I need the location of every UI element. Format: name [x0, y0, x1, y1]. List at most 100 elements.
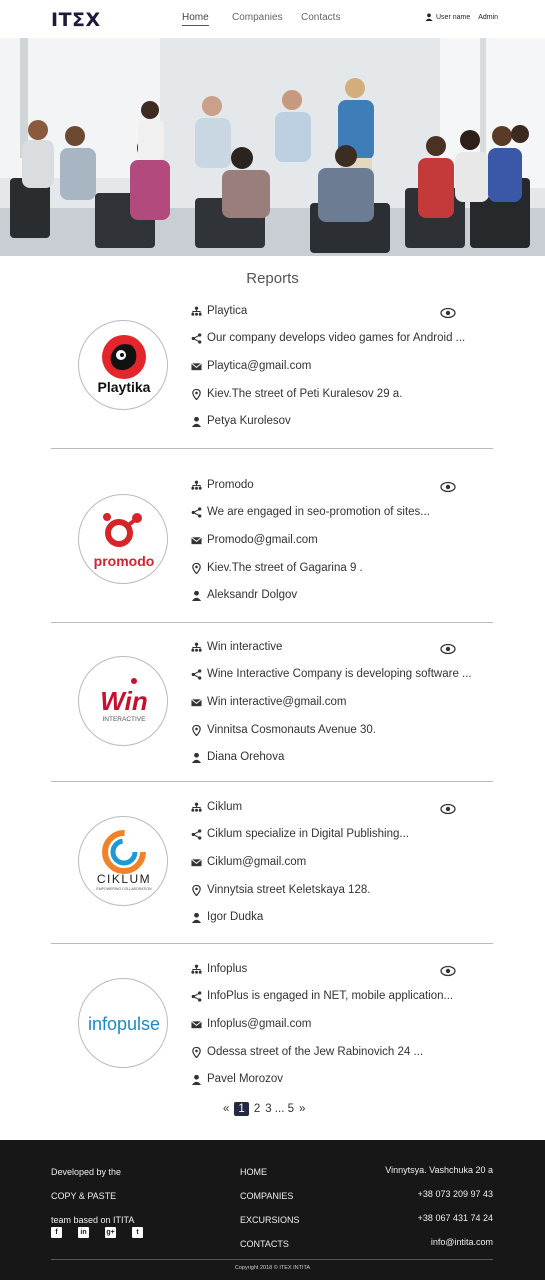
footer-link-companies[interactable]: COMPANIES — [240, 1184, 300, 1208]
pagination-page-range[interactable]: 3 ... 5 — [265, 1103, 294, 1115]
company-description: InfoPlus is engaged in NET, mobile appli… — [207, 990, 454, 1002]
footer-phone[interactable]: +38 073 209 97 43 — [385, 1182, 493, 1206]
company-description-row: InfoPlus is engaged in NET, mobile appli… — [190, 990, 453, 1002]
svg-text:Win: Win — [100, 686, 147, 716]
svg-text:promodo: promodo — [94, 553, 155, 569]
footer-about: Developed by the COPY & PASTE team based… — [51, 1160, 134, 1232]
company-name-row: Win interactive — [190, 641, 282, 653]
eye-icon[interactable] — [440, 802, 456, 815]
eye-icon[interactable] — [440, 642, 456, 655]
company-description: Our company develops video games for And… — [207, 332, 466, 344]
share-icon — [190, 990, 202, 1002]
google-plus-icon[interactable]: g+ — [105, 1227, 116, 1238]
company-contact: Petya Kurolesov — [207, 415, 291, 427]
ciklum-logo: CIKLUM EMPOWERING COLLABORATION — [96, 830, 152, 891]
footer-phone[interactable]: +38 067 431 74 24 — [385, 1206, 493, 1230]
footer-divider — [51, 1259, 493, 1260]
twitter-icon[interactable]: t — [132, 1227, 143, 1238]
reports-title: Reports — [246, 270, 299, 287]
company-contact: Pavel Morozov — [207, 1073, 284, 1085]
company-contact-row: Igor Dudka — [190, 911, 263, 923]
footer-link-contacts[interactable]: CONTACTS — [240, 1232, 300, 1256]
company-email[interactable]: Playtica@gmail.com — [207, 360, 311, 372]
company-logo-ciklum[interactable]: CIKLUM EMPOWERING COLLABORATION — [78, 816, 168, 906]
site-footer: Developed by the COPY & PASTE team based… — [0, 1140, 545, 1280]
hero-image — [0, 38, 545, 256]
company-address-row: Kiev.The street of Gagarina 9 . — [190, 562, 363, 574]
company-address-row: Vinnitsa Cosmonauts Avenue 30. — [190, 724, 376, 736]
nav-contacts[interactable]: Contacts — [301, 12, 340, 23]
eye-icon[interactable] — [440, 306, 456, 319]
linkedin-icon[interactable]: in — [78, 1227, 89, 1238]
share-icon — [190, 828, 202, 840]
company-name[interactable]: Ciklum — [207, 801, 242, 813]
eye-icon[interactable] — [440, 964, 456, 977]
nav-home[interactable]: Home — [182, 12, 209, 26]
company-email[interactable]: Promodo@gmail.com — [207, 534, 318, 546]
pagination-next[interactable]: » — [299, 1103, 305, 1115]
company-contact-row: Pavel Morozov — [190, 1073, 283, 1085]
playtika-logo: Playtika — [98, 335, 151, 395]
company-email-row: Playtica@gmail.com — [190, 360, 311, 372]
company-address: Odessa street of the Jew Rabinovich 24 .… — [207, 1046, 424, 1058]
company-description-row: Wine Interactive Company is developing s… — [190, 668, 472, 680]
svg-text:infopulse: infopulse — [88, 1014, 160, 1034]
svg-text:INTERACTIVE: INTERACTIVE — [103, 716, 147, 723]
company-description: Ciklum specialize in Digital Publishing.… — [207, 828, 409, 840]
eye-icon[interactable] — [440, 480, 456, 493]
company-contact-row: Diana Orehova — [190, 751, 284, 763]
hierarchy-icon — [190, 641, 202, 653]
company-address: Kiev.The street of Peti Kuralesov 29 a. — [207, 388, 403, 400]
footer-link-home[interactable]: HOME — [240, 1160, 300, 1184]
map-pin-icon — [190, 562, 202, 574]
user-icon — [190, 1073, 202, 1085]
company-name[interactable]: Promodo — [207, 479, 254, 491]
company-email[interactable]: Win interactive@gmail.com — [207, 696, 347, 708]
user-name-label[interactable]: User name — [436, 14, 470, 21]
user-icon — [190, 415, 202, 427]
card-divider — [51, 781, 493, 782]
company-name[interactable]: Win interactive — [207, 641, 282, 653]
company-name-row: Ciklum — [190, 801, 242, 813]
facebook-icon[interactable]: f — [51, 1227, 62, 1238]
hierarchy-icon — [190, 305, 202, 317]
company-logo-win-interactive[interactable]: Win INTERACTIVE — [78, 656, 168, 746]
footer-email[interactable]: info@intita.com — [385, 1230, 493, 1254]
pagination-prev[interactable]: « — [223, 1103, 229, 1115]
pagination-page-current[interactable]: 1 — [234, 1102, 249, 1116]
envelope-icon — [190, 1018, 202, 1030]
company-address: Vinnitsa Cosmonauts Avenue 30. — [207, 724, 376, 736]
company-description: Wine Interactive Company is developing s… — [207, 668, 472, 680]
company-name[interactable]: Playtica — [207, 305, 247, 317]
footer-about-line: COPY & PASTE — [51, 1191, 117, 1201]
company-name[interactable]: Infoplus — [207, 963, 247, 975]
pagination-page-2[interactable]: 2 — [254, 1103, 260, 1115]
company-description-row: Ciklum specialize in Digital Publishing.… — [190, 828, 409, 840]
company-description-row: We are engaged in seo-promotion of sites… — [190, 506, 430, 518]
site-logo[interactable]: ITΣX — [51, 9, 101, 31]
footer-link-excursions[interactable]: EXCURSIONS — [240, 1208, 300, 1232]
company-email[interactable]: Infoplus@gmail.com — [207, 1018, 311, 1030]
map-pin-icon — [190, 884, 202, 896]
company-logo-promodo[interactable]: promodo — [78, 494, 168, 584]
promodo-logo: promodo — [94, 513, 155, 569]
nav-companies[interactable]: Companies — [232, 12, 283, 23]
admin-link[interactable]: Admin — [478, 14, 498, 21]
footer-links: HOME COMPANIES EXCURSIONS CONTACTS — [240, 1160, 300, 1256]
company-contact-row: Petya Kurolesov — [190, 415, 291, 427]
company-contact: Aleksandr Dolgov — [207, 589, 298, 601]
user-menu[interactable]: User name Admin — [425, 13, 498, 21]
company-email[interactable]: Ciklum@gmail.com — [207, 856, 306, 868]
envelope-icon — [190, 856, 202, 868]
company-logo-playtika[interactable]: Playtika — [78, 320, 168, 410]
company-address-row: Odessa street of the Jew Rabinovich 24 .… — [190, 1046, 423, 1058]
share-icon — [190, 332, 202, 344]
footer-copyright: Copyright 2018 © ITEX INTITA — [234, 1265, 311, 1271]
company-logo-infopulse[interactable]: infopulse — [78, 978, 168, 1068]
company-name-row: Infoplus — [190, 963, 247, 975]
card-divider — [51, 448, 493, 449]
company-address: Vinnytsia street Keletskaya 128. — [207, 884, 371, 896]
company-contact: Diana Orehova — [207, 751, 285, 763]
user-icon — [190, 751, 202, 763]
svg-text:CIKLUM: CIKLUM — [97, 872, 151, 886]
